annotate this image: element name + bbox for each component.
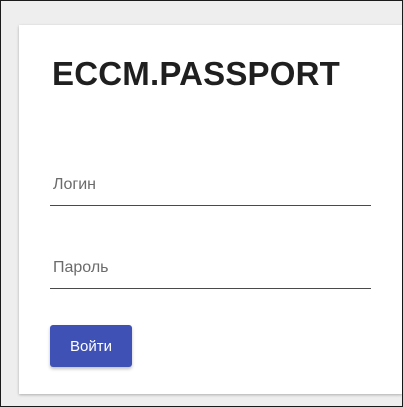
page-title: ECCM.PASSPORT <box>52 55 341 92</box>
password-input[interactable] <box>50 248 371 288</box>
login-field <box>50 165 371 206</box>
login-button[interactable]: Войти <box>50 325 132 367</box>
page-frame: ECCM.PASSPORT Войти <box>0 0 403 407</box>
login-card: ECCM.PASSPORT Войти <box>19 25 402 394</box>
password-field <box>50 248 371 289</box>
login-input[interactable] <box>50 165 371 205</box>
